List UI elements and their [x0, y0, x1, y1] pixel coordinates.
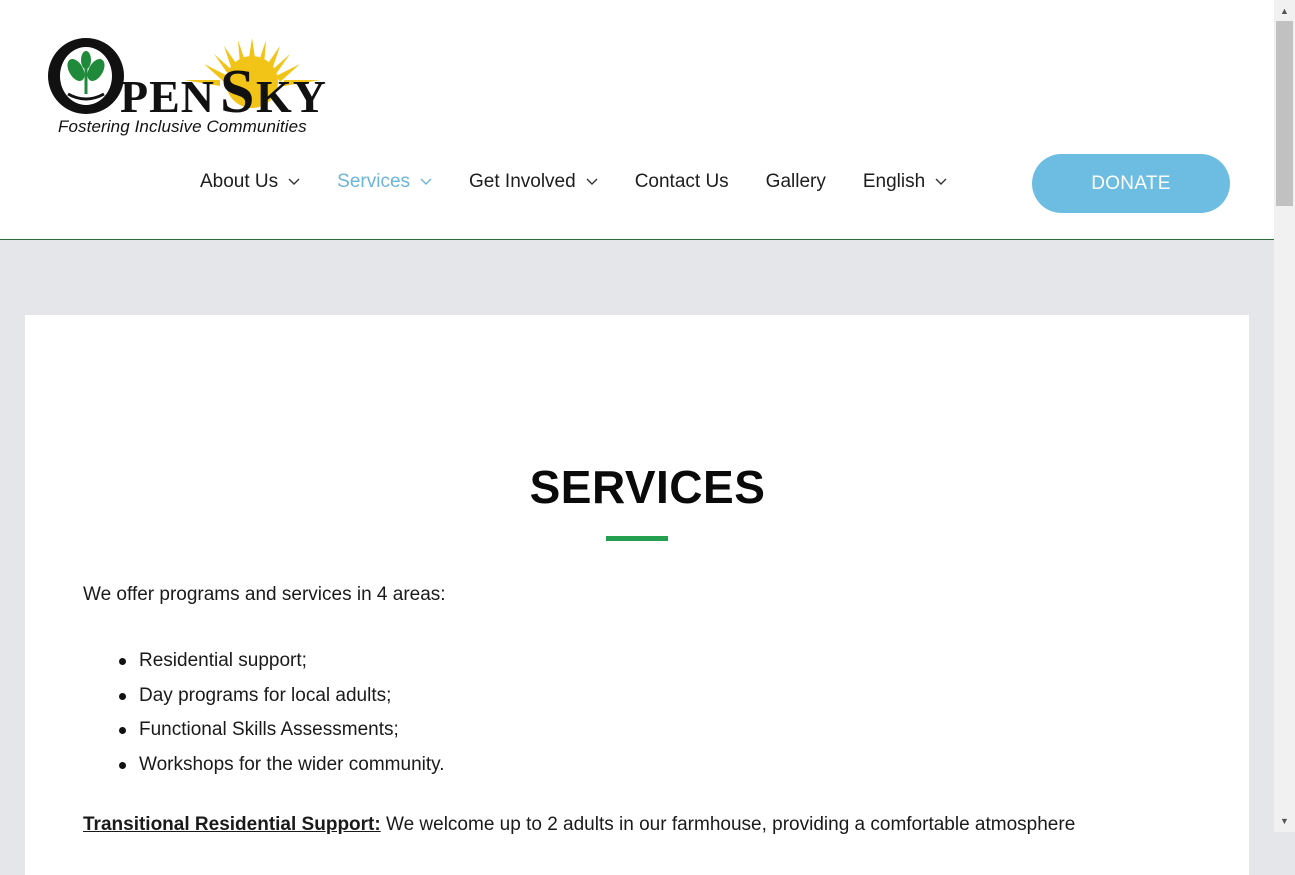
list-item: Workshops for the wider community.: [119, 753, 445, 788]
svg-text:KY: KY: [256, 71, 327, 122]
svg-text:PEN: PEN: [120, 71, 215, 122]
nav-label: Contact Us: [634, 171, 729, 192]
nav-label: About Us: [200, 171, 279, 192]
logo-tagline: Fostering Inclusive Communities: [58, 117, 307, 136]
scrollbar-thumb[interactable]: [1276, 21, 1293, 206]
svg-text:S: S: [220, 58, 254, 126]
nav-label: Services: [337, 171, 411, 192]
list-item: Day programs for local adults;: [119, 684, 445, 719]
site-header: PEN S KY Fostering Inclusive Communities…: [0, 0, 1274, 240]
chevron-down-icon: [420, 178, 432, 185]
nav-about-us[interactable]: About Us: [200, 171, 300, 193]
scroll-up-arrow-icon[interactable]: ▲: [1274, 2, 1295, 20]
nav-contact-us[interactable]: Contact Us: [635, 171, 729, 193]
donate-button[interactable]: DONATE: [1032, 154, 1230, 213]
list-item: Functional Skills Assessments;: [119, 718, 445, 753]
nav-label: English: [862, 171, 926, 192]
nav-services[interactable]: Services: [337, 171, 432, 193]
chevron-down-icon: [288, 178, 300, 185]
chevron-down-icon: [935, 178, 947, 185]
page-title: SERVICES: [529, 461, 766, 513]
nav-gallery[interactable]: Gallery: [766, 171, 826, 193]
list-item: Residential support;: [119, 649, 445, 684]
nav-label: Gallery: [765, 171, 826, 192]
scrollbar[interactable]: ▲ ▼: [1274, 0, 1295, 832]
title-underline: [606, 536, 668, 541]
intro-text: We offer programs and services in 4 area…: [83, 584, 446, 605]
main-nav: About Us Services Get Involved Contact U…: [200, 168, 984, 196]
scroll-down-arrow-icon[interactable]: ▼: [1274, 812, 1295, 830]
residential-paragraph: Transitional Residential Support: We wel…: [83, 814, 1075, 836]
nav-language-select[interactable]: English: [863, 171, 947, 193]
opensky-logo[interactable]: PEN S KY Fostering Inclusive Communities: [24, 24, 370, 142]
chevron-down-icon: [586, 178, 598, 185]
nav-label: Get Involved: [469, 171, 576, 192]
nav-get-involved[interactable]: Get Involved: [469, 171, 598, 193]
services-list: Residential support; Day programs for lo…: [119, 649, 445, 788]
